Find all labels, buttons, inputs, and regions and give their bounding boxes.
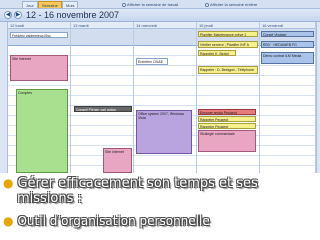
week-grid: 12 lundi Frédéric vaidemieux.l0sc Site I…	[0, 22, 320, 173]
radio-icon	[205, 2, 209, 7]
bullet-item-2: ● Outil d’organisation personnelle	[3, 213, 210, 229]
appointment[interactable]: Vérifier serveur ; Planifier INF A	[198, 41, 258, 48]
appointment[interactable]: Site Internet	[10, 55, 68, 81]
allday-event[interactable]: Congé Vivalser	[261, 31, 314, 37]
day-header: 16 vendredi	[260, 22, 315, 29]
bullet-text: Outil d’organisation personnelle	[17, 214, 210, 228]
bullet-text-line2: missions :	[17, 191, 82, 206]
day-column-tuesday[interactable]: 13 mardi Conseil Plénier call option Sit…	[71, 22, 134, 173]
appointment[interactable]: Site Internet	[103, 148, 132, 173]
appointment[interactable]: Envoyer rendu Peugeot	[198, 109, 256, 115]
time-column	[0, 22, 8, 173]
day-header: 12 lundi	[8, 22, 70, 29]
day-column-monday[interactable]: 12 lundi Frédéric vaidemieux.l0sc Site I…	[8, 22, 71, 173]
appointment[interactable]: Rappeler K. Bertol	[198, 50, 236, 56]
hour-slots[interactable]	[260, 46, 315, 173]
allday-row	[71, 29, 133, 46]
day-header: 13 mardi	[71, 22, 133, 29]
day-column-friday[interactable]: 16 vendredi Congé Vivalser RDV · HEDAWEB…	[260, 22, 316, 173]
day-column-wednesday[interactable]: 14 mercredi Entretien CMAE Office system…	[134, 22, 197, 173]
appointment[interactable]: Rappeler Peugeot	[198, 116, 256, 122]
appointment[interactable]: Strategie commerciale	[198, 130, 256, 152]
tab-jour[interactable]: Jour	[22, 1, 38, 8]
tab-mois[interactable]: Mois	[62, 1, 79, 8]
previous-arrow-icon[interactable]: ◀	[4, 11, 12, 19]
option-full-week[interactable]: Afficher la semaine entière	[205, 1, 257, 8]
radio-icon	[122, 2, 126, 7]
bullet-icon: ●	[3, 214, 14, 228]
appointment[interactable]: Rappeler : D. Bestgod - Téléphone	[198, 66, 258, 74]
appointment[interactable]: Entretien CMAE	[136, 58, 168, 65]
view-toolbar: Jour Semaine Mois Afficher la semaine de…	[0, 0, 320, 9]
day-header: 15 jeudi	[197, 22, 259, 29]
appointment[interactable]: Office system 2007, Windows Vista	[136, 110, 192, 154]
bullet-icon: ●	[3, 176, 14, 190]
vertical-scrollbar[interactable]	[316, 22, 320, 173]
calendar-screenshot: Jour Semaine Mois Afficher la semaine de…	[0, 0, 320, 173]
bullet-item-1: ● Gérer efficacement son temps et ses	[3, 175, 258, 192]
appointment[interactable]: Démo contrat ILM Media	[261, 52, 314, 64]
bullet-item-1-continued: missions :	[17, 191, 82, 207]
week-titlebar: ◀ ▶ 12 - 16 novembre 2007	[0, 9, 320, 22]
allday-event[interactable]: Frédéric vaidemieux.l0sc	[10, 32, 68, 38]
appointment[interactable]: Rappeler Peugeot	[198, 123, 256, 129]
slide-bullets: ● Gérer efficacement son temps et ses mis…	[0, 173, 320, 240]
option-work-week[interactable]: Afficher la semaine de travail	[122, 1, 178, 8]
allday-row	[134, 29, 196, 46]
appointment[interactable]: Conseil Plénier call option	[74, 106, 132, 112]
appointment[interactable]: RDV · HEDAWEB FG	[261, 41, 314, 48]
day-column-thursday[interactable]: 15 jeudi Planifier Maintenance prêve 1 V…	[197, 22, 260, 173]
week-title: 12 - 16 novembre 2007	[26, 10, 120, 20]
tab-semaine[interactable]: Semaine	[38, 1, 62, 8]
allday-event[interactable]: Planifier Maintenance prêve 1	[198, 31, 258, 37]
next-arrow-icon[interactable]: ▶	[14, 11, 22, 19]
day-header: 14 mercredi	[134, 22, 196, 29]
bullet-text-line1: Gérer efficacement son temps et ses	[17, 176, 258, 191]
appointment[interactable]: Comptes	[16, 89, 68, 173]
